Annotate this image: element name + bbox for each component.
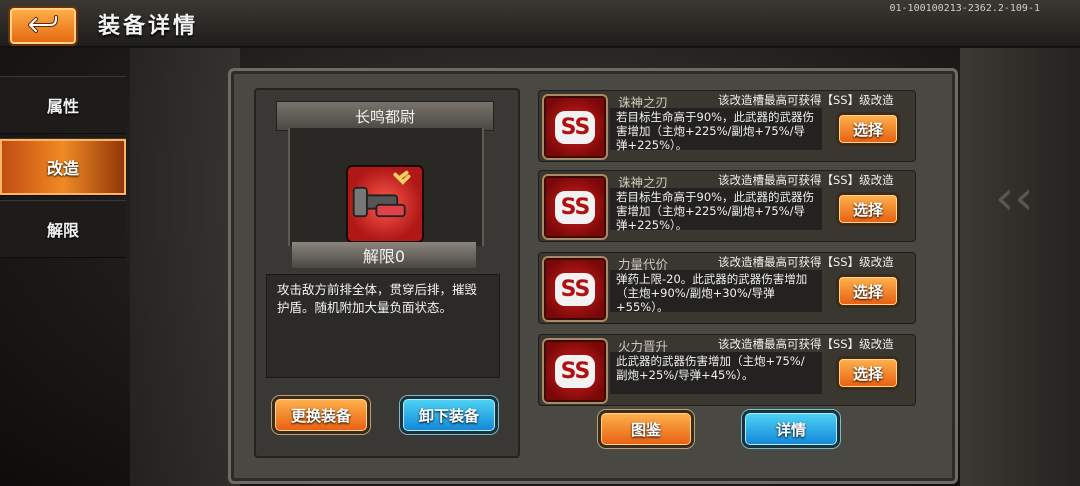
mod-slot-header: 该改造槽最高可获得【SS】级改造 bbox=[718, 337, 894, 351]
mod-slot-header: 该改造槽最高可获得【SS】级改造 bbox=[718, 173, 894, 187]
mod-slot-2: SS 诛神之刃 该改造槽最高可获得【SS】级改造 若目标生命高于90%，此武器的… bbox=[538, 170, 916, 242]
select-button[interactable]: 选择 bbox=[836, 356, 900, 390]
mod-description: 此武器的武器伤害增加（主炮+75%/副炮+25%/导弹+45%）。 bbox=[610, 352, 822, 394]
tab-modify[interactable]: 改造 bbox=[0, 138, 126, 196]
mod-slot-header: 该改造槽最高可获得【SS】级改造 bbox=[718, 93, 894, 107]
top-bar: 装备详情 01-100100213-2362.2-109-1 bbox=[0, 0, 1080, 48]
select-button[interactable]: 选择 bbox=[836, 112, 900, 146]
unequip-button[interactable]: 卸下装备 bbox=[400, 396, 498, 434]
side-tabs: 属性 改造 解限 bbox=[0, 76, 126, 262]
background-chevron-icon: ‹‹ bbox=[995, 170, 1034, 226]
back-button[interactable] bbox=[8, 6, 78, 46]
background-wall-left bbox=[130, 40, 240, 486]
cannon-icon bbox=[352, 170, 411, 218]
select-button[interactable]: 选择 bbox=[836, 274, 900, 308]
mod-description: 若目标生命高于90%，此武器的武器伤害增加（主炮+225%/副炮+75%/导弹+… bbox=[610, 108, 822, 152]
page-title: 装备详情 bbox=[98, 14, 199, 39]
change-equipment-button[interactable]: 更换装备 bbox=[272, 396, 370, 434]
mod-description: 弹药上限-20。此武器的武器伤害增加（主炮+90%/副炮+30%/导弹+55%）… bbox=[610, 270, 822, 314]
mod-description: 若目标生命高于90%，此武器的武器伤害增加（主炮+225%/副炮+75%/导弹+… bbox=[610, 188, 822, 232]
version-label: 01-100100213-2362.2-109-1 bbox=[889, 3, 1040, 14]
ss-grade-icon: SS bbox=[542, 174, 608, 240]
tab-attributes[interactable]: 属性 bbox=[0, 76, 126, 134]
select-button[interactable]: 选择 bbox=[836, 192, 900, 226]
tab-unlimit[interactable]: 解限 bbox=[0, 200, 126, 258]
equipment-name: 长鸣都尉 bbox=[276, 101, 494, 131]
back-arrow-icon bbox=[28, 15, 58, 33]
catalog-button[interactable]: 图鉴 bbox=[598, 410, 694, 448]
ss-grade-icon: SS bbox=[542, 338, 608, 404]
ss-grade-icon: SS bbox=[542, 256, 608, 322]
mod-slot-1: SS 诛神之刃 该改造槽最高可获得【SS】级改造 若目标生命高于90%，此武器的… bbox=[538, 90, 916, 162]
mod-slot-3: SS 力量代价 该改造槽最高可获得【SS】级改造 弹药上限-20。此武器的武器伤… bbox=[538, 252, 916, 324]
limit-level: 解限0 bbox=[292, 242, 476, 268]
mod-slot-header: 该改造槽最高可获得【SS】级改造 bbox=[718, 255, 894, 269]
background-wall-right bbox=[960, 40, 1080, 486]
details-button[interactable]: 详情 bbox=[742, 410, 840, 448]
ss-grade-icon: SS bbox=[542, 94, 608, 160]
mod-slot-4: SS 火力晋升 该改造槽最高可获得【SS】级改造 此武器的武器伤害增加（主炮+7… bbox=[538, 334, 916, 406]
weapon-icon[interactable] bbox=[346, 165, 424, 243]
equipment-description: 攻击敌方前排全体，贯穿后排，摧毁护盾。随机附加大量负面状态。 bbox=[266, 274, 500, 378]
